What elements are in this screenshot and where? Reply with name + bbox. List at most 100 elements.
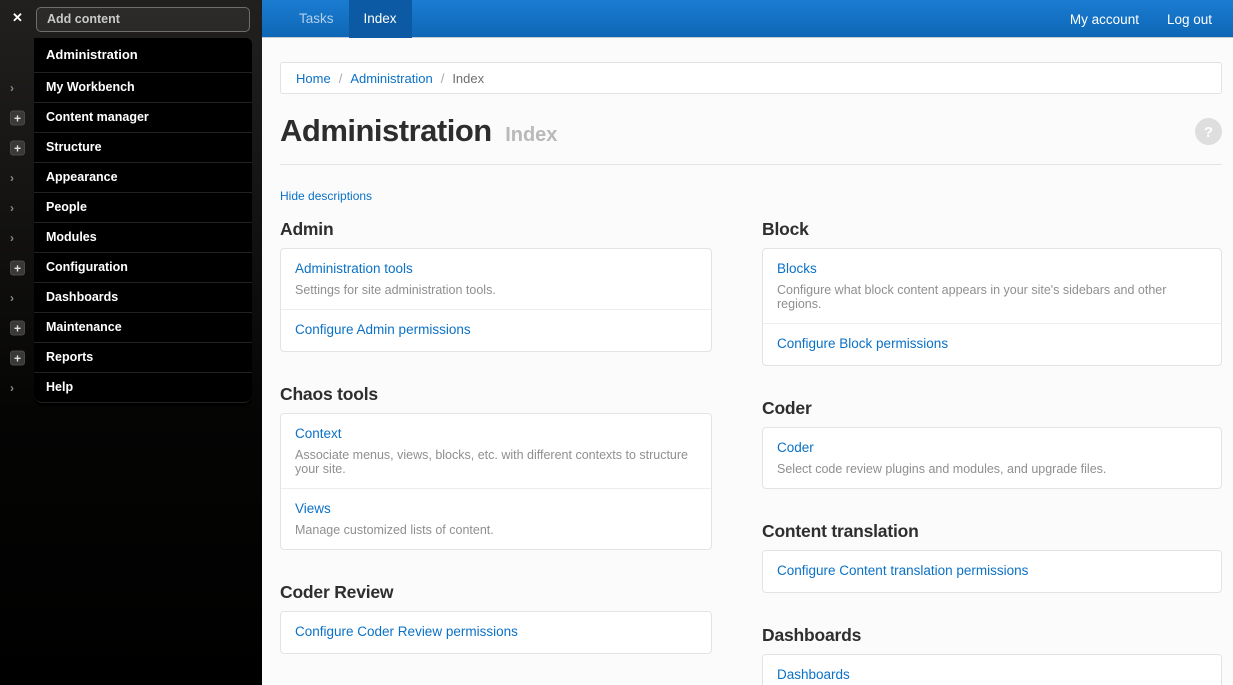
section-admin: Admin Administration tools Settings for si… (280, 219, 712, 352)
sidebar-item-structure[interactable]: + Structure (10, 132, 252, 162)
dashboards-link[interactable]: Dashboards (777, 667, 850, 682)
breadcrumb-link-administration[interactable]: Administration (350, 71, 432, 86)
link-description: Manage customized lists of content. (295, 523, 494, 537)
panel-row: Configure Block permissions (763, 323, 1221, 365)
panel-row: Coder Select code review plugins and modu… (763, 428, 1221, 488)
tab-tasks[interactable]: Tasks (284, 0, 349, 38)
link-description: Configure what block content appears in … (777, 283, 1167, 311)
sidebar-item-configuration[interactable]: + Configuration (10, 252, 252, 282)
section-coder-review: Coder Review Configure Coder Review permi… (280, 582, 712, 654)
section-panel: Administration tools Settings for site ad… (280, 248, 712, 352)
page-header: Administration Index ? (280, 112, 1222, 152)
sidebar-item-label: Structure (46, 140, 102, 154)
panel-row: Context Associate menus, views, blocks, e… (281, 414, 711, 488)
main-content: Home / Administration / Index Administration… (262, 38, 1233, 685)
administration-tools-link[interactable]: Administration tools (295, 261, 413, 276)
panel-row: DashboardsAdminister dashboards. (763, 655, 1221, 685)
hide-descriptions-link[interactable]: Hide descriptions (280, 189, 372, 203)
breadcrumb-separator: / (338, 70, 343, 86)
section-heading-admin: Admin (280, 219, 334, 239)
plus-icon[interactable]: + (10, 320, 25, 335)
my-account-link[interactable]: My account (1070, 12, 1139, 27)
configure-content-translation-permissions-link[interactable]: Configure Content translation permission… (777, 563, 1028, 578)
blocks-link[interactable]: Blocks (777, 261, 817, 276)
chevron-right-icon[interactable]: › (10, 231, 14, 245)
right-column: Block Blocks Configure what block content … (762, 205, 1222, 685)
breadcrumb-link-home[interactable]: Home (296, 71, 331, 86)
sidebar-item-people[interactable]: › People (10, 192, 252, 222)
breadcrumb-separator: / (440, 70, 445, 86)
plus-icon[interactable]: + (10, 260, 25, 275)
sidebar-item-label: Dashboards (46, 290, 119, 304)
tab-index[interactable]: Index (348, 0, 412, 38)
plus-icon[interactable]: + (10, 350, 25, 365)
sidebar-item-label: People (46, 200, 87, 214)
section-heading-chaos-tools: Chaos tools (280, 384, 378, 404)
panel-row: Configure Coder Review permissions (281, 612, 711, 653)
section-panel: Context Associate menus, views, blocks, e… (280, 413, 712, 550)
sidebar-item-appearance[interactable]: › Appearance (10, 162, 252, 192)
help-button[interactable]: ? (1195, 118, 1222, 145)
chevron-right-icon[interactable]: › (10, 291, 14, 305)
close-icon[interactable]: ✕ (12, 10, 23, 26)
sidebar-item-label: Maintenance (46, 320, 122, 334)
section-heading-coder: Coder (762, 398, 812, 418)
section-heading-coder-review: Coder Review (280, 582, 394, 602)
page-title: Administration (280, 113, 492, 148)
log-out-link[interactable]: Log out (1167, 12, 1212, 27)
account-links: My account Log out (1070, 0, 1212, 38)
breadcrumb-current: Index (452, 70, 485, 86)
sidebar-item-label: Configuration (46, 260, 128, 274)
chevron-right-icon[interactable]: › (10, 81, 14, 95)
sidebar-item-maintenance[interactable]: + Maintenance (10, 312, 252, 342)
configure-block-permissions-link[interactable]: Configure Block permissions (777, 336, 948, 351)
admin-toolbar: Tasks Index My account Log out (262, 0, 1233, 38)
chevron-right-icon[interactable]: › (10, 171, 14, 185)
sidebar-item-label: My Workbench (46, 80, 135, 94)
sidebar-item-label: Modules (46, 230, 97, 244)
section-panel: Blocks Configure what block content appea… (762, 248, 1222, 366)
section-dashboards: DashboardsDashboardsAdminister dashboard… (762, 625, 1222, 685)
plus-icon[interactable]: + (10, 110, 25, 125)
panel-row: Administration tools Settings for site ad… (281, 249, 711, 309)
section-heading-block: Block (762, 219, 809, 239)
header-divider (280, 164, 1222, 165)
context-link[interactable]: Context (295, 426, 342, 441)
section-coder: Coder Coder Select code review plugins and… (762, 398, 1222, 489)
sidebar-item-label: Appearance (46, 170, 118, 184)
section-panel: DashboardsAdminister dashboards.Settings (762, 654, 1222, 685)
link-description: Select code review plugins and modules, … (777, 462, 1107, 476)
section-heading-content-translation: Content translation (762, 521, 919, 541)
configure-coder-review-permissions-link[interactable]: Configure Coder Review permissions (295, 624, 518, 639)
sidebar-item-help[interactable]: › Help (10, 372, 252, 403)
admin-menu-panel: Administration › My Workbench + Content man… (10, 38, 252, 406)
section-panel: Coder Select code review plugins and modu… (762, 427, 1222, 489)
sidebar-item-modules[interactable]: › Modules (10, 222, 252, 252)
add-content-shortcut[interactable]: Add content (36, 7, 250, 32)
left-column: Admin Administration tools Settings for si… (280, 205, 712, 685)
configure-admin-permissions-link[interactable]: Configure Admin permissions (295, 322, 471, 337)
views-link[interactable]: Views (295, 501, 331, 516)
link-description: Associate menus, views, blocks, etc. wit… (295, 448, 688, 476)
sidebar-item-content-manager[interactable]: + Content manager (10, 102, 252, 132)
section-content-translation: Content translation Configure Content tra… (762, 521, 1222, 593)
chevron-right-icon[interactable]: › (10, 381, 14, 395)
admin-index-columns: Admin Administration tools Settings for si… (280, 205, 1222, 685)
sidebar-item-reports[interactable]: + Reports (10, 342, 252, 372)
panel-row: Views Manage customized lists of content. (281, 488, 711, 549)
page-subtitle: Index (505, 124, 558, 146)
sidebar-item-label: Reports (46, 350, 94, 364)
sidebar-item-label: Content manager (46, 110, 149, 124)
panel-row: Configure Admin permissions (281, 309, 711, 351)
plus-icon[interactable]: + (10, 140, 25, 155)
sidebar-menu: › My Workbench + Content manager + Structure ›… (10, 72, 252, 403)
toolbar-tabs: Tasks Index (284, 0, 412, 38)
coder-link[interactable]: Coder (777, 440, 814, 455)
chevron-right-icon[interactable]: › (10, 201, 14, 215)
panel-row: Blocks Configure what block content appea… (763, 249, 1221, 323)
section-block: Block Blocks Configure what block content … (762, 219, 1222, 366)
sidebar-item-dashboards[interactable]: › Dashboards (10, 282, 252, 312)
sidebar-item-my-workbench[interactable]: › My Workbench (10, 72, 252, 102)
section-panel: Configure Content translation permission… (762, 550, 1222, 593)
section-chaos-tools: Chaos tools Context Associate menus, views… (280, 384, 712, 550)
